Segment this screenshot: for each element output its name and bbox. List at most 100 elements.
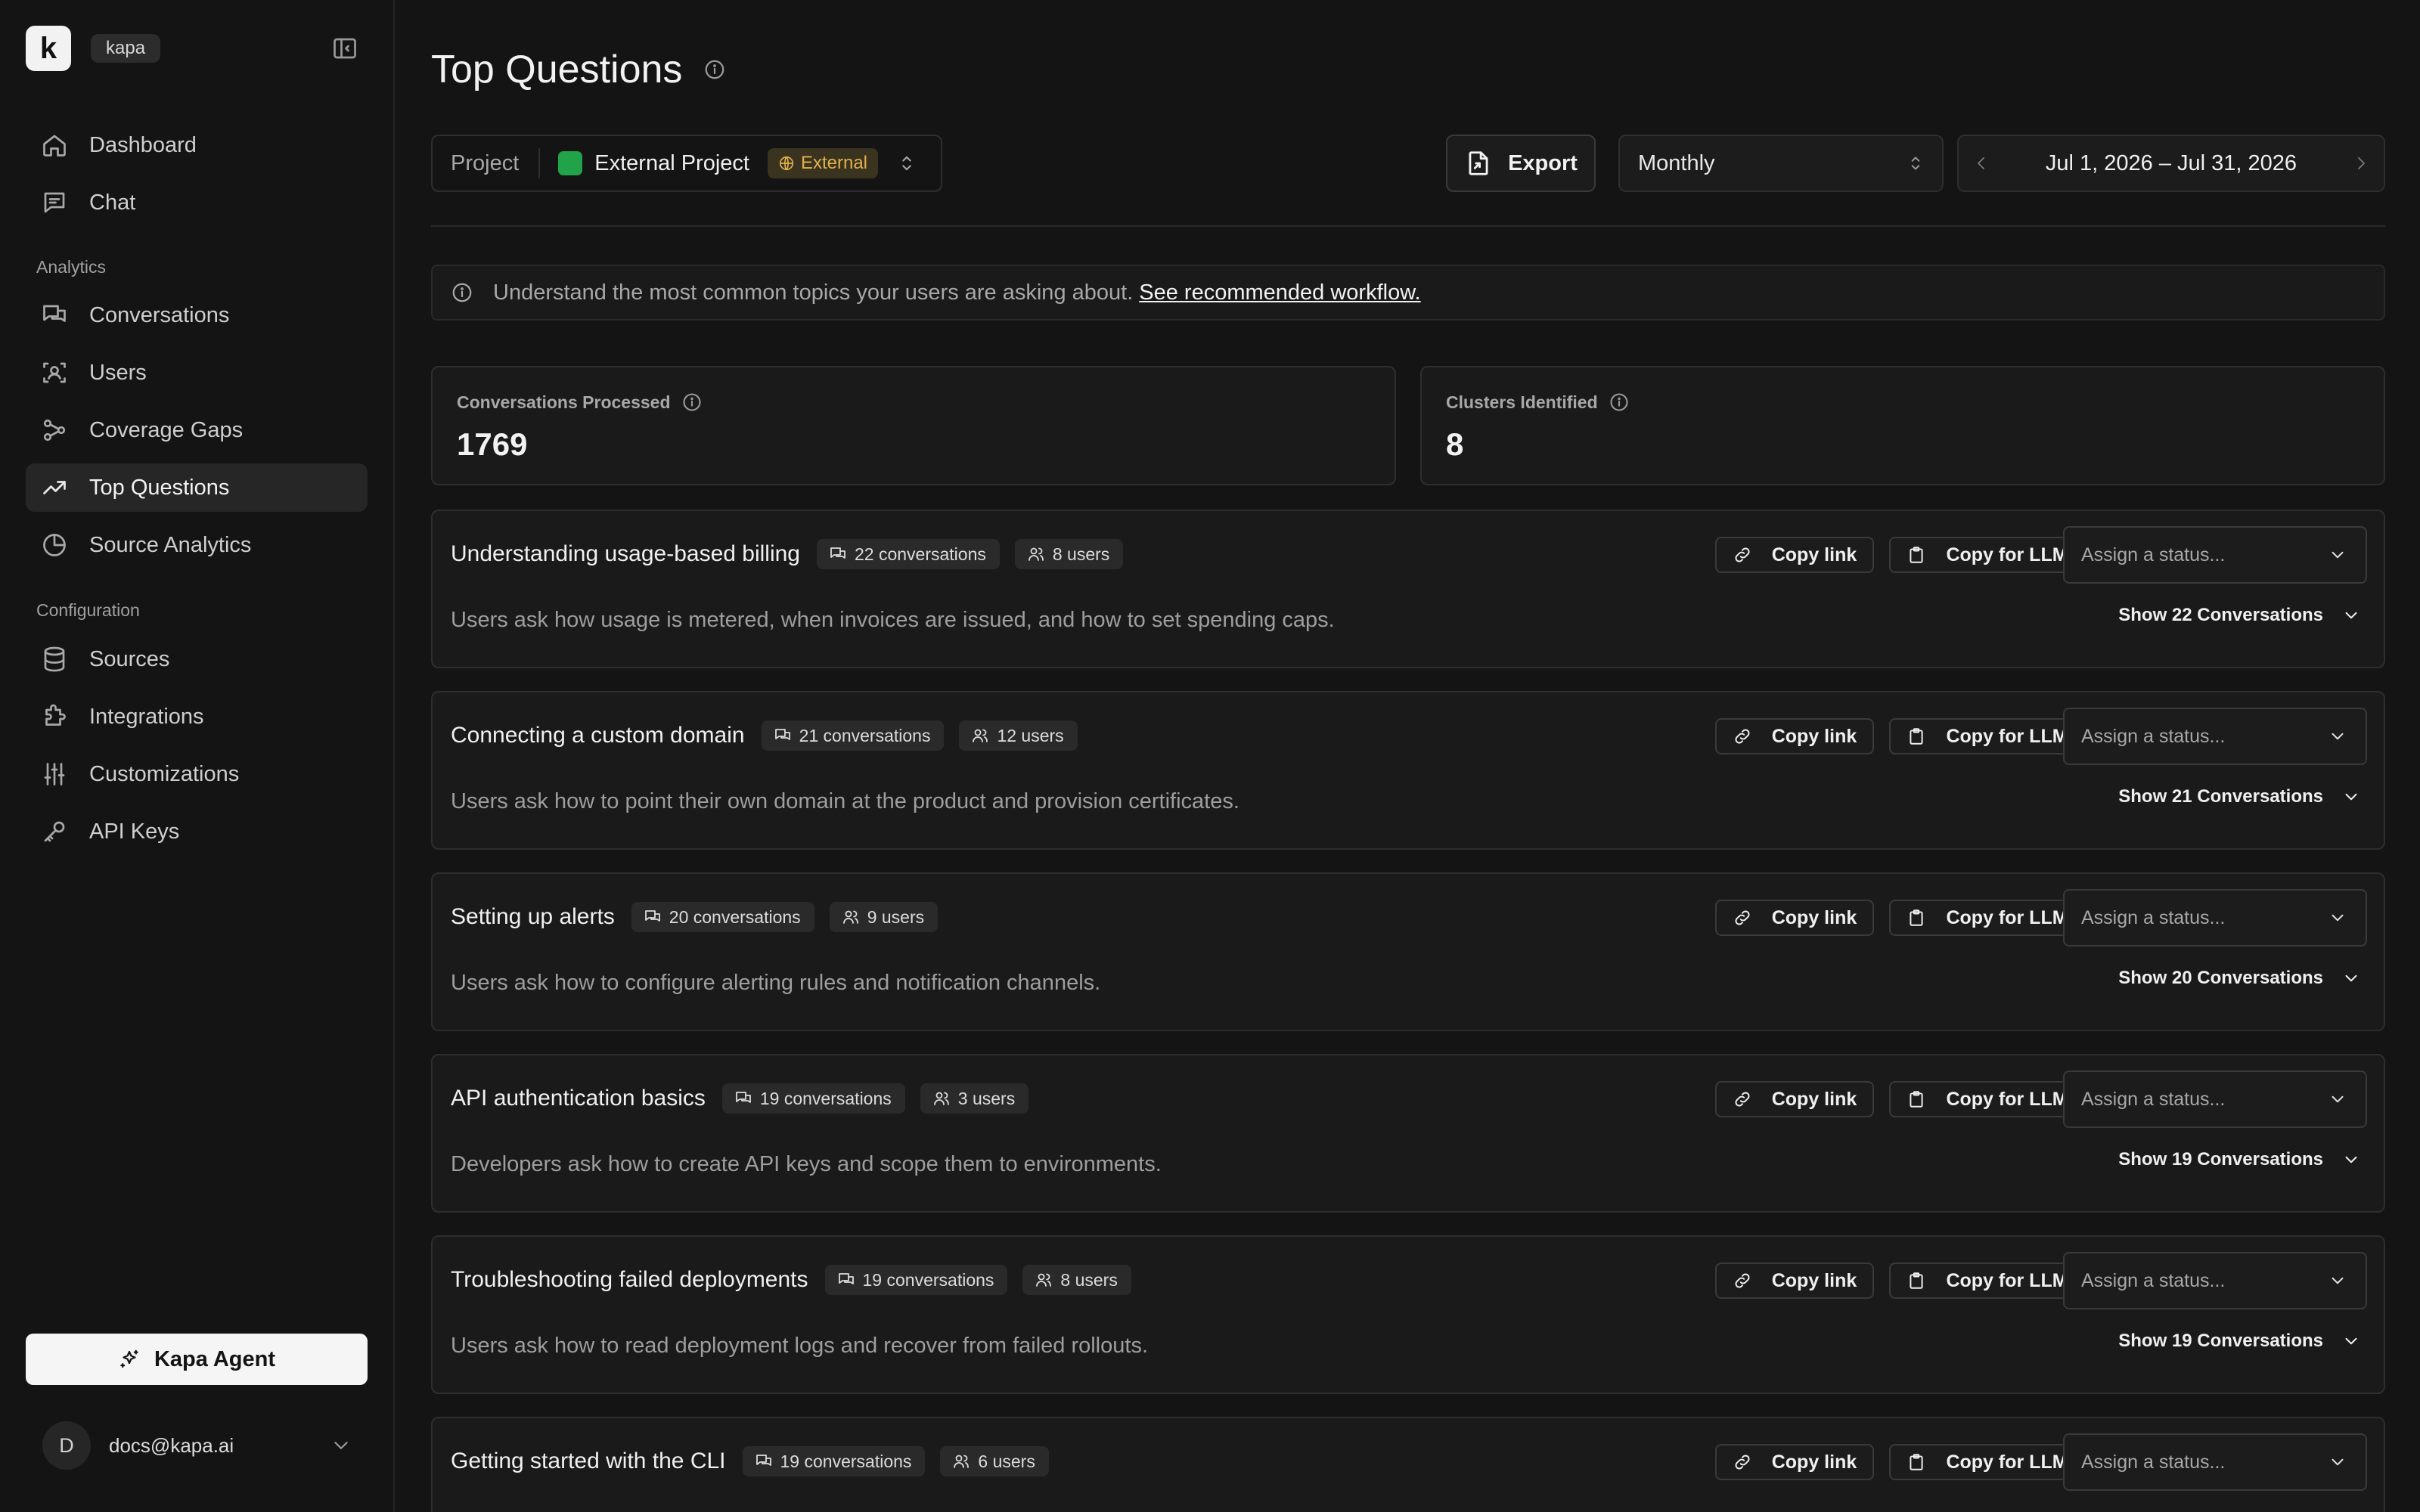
chevron-left-icon[interactable] [1972, 154, 1990, 172]
sidebar-item-dashboard[interactable]: Dashboard [26, 121, 368, 169]
conversation-count: 19 conversations [862, 1269, 994, 1290]
question-card: Understanding usage-based billing 22 con… [431, 510, 2385, 668]
chevron-up-down-icon [1906, 153, 1925, 173]
info-banner: Understand the most common topics your u… [431, 265, 2385, 321]
chevron-down-icon [2341, 1150, 2361, 1170]
avatar: D [42, 1421, 91, 1470]
show-conversations-toggle[interactable]: Show 19 Conversations [2118, 1149, 2361, 1170]
copy-link-button[interactable]: Copy link [1715, 1081, 1874, 1117]
stat-card-conversations-processed: Conversations Processed 1769 [431, 366, 1396, 485]
conversation-count-chip: 21 conversations [761, 720, 945, 751]
copy-link-button[interactable]: Copy link [1715, 1263, 1874, 1299]
sidebar-item-source-analytics[interactable]: Source Analytics [26, 521, 368, 569]
copy-link-button[interactable]: Copy link [1715, 900, 1874, 936]
show-conversations-label: Show 19 Conversations [2118, 1331, 2323, 1351]
status-placeholder: Assign a status... [2081, 1451, 2226, 1473]
org-switcher[interactable]: kapa [91, 34, 161, 63]
sidebar-item-conversations[interactable]: Conversations [26, 291, 368, 339]
project-picker[interactable]: Project External Project External [431, 135, 942, 192]
sidebar-item-top-questions[interactable]: Top Questions [26, 463, 368, 512]
status-placeholder: Assign a status... [2081, 1269, 2226, 1291]
project-visibility-badge: External [767, 148, 879, 178]
sidebar-item-api-keys[interactable]: API Keys [26, 807, 368, 856]
sidebar-section-configuration: Configuration [36, 600, 140, 620]
copy-link-label: Copy link [1771, 906, 1857, 928]
database-icon [41, 646, 68, 673]
user-count-chip: 8 users [1022, 1265, 1131, 1295]
copy-for-llm-label: Copy for LLM [1946, 1088, 2068, 1110]
question-header: Getting started with the CLI 19 conversa… [451, 1442, 1064, 1480]
period-select[interactable]: Monthly [1618, 135, 1944, 192]
users-icon [1027, 545, 1045, 563]
copy-link-button[interactable]: Copy link [1715, 718, 1874, 754]
chevron-down-icon [2328, 727, 2347, 746]
status-select[interactable]: Assign a status... [2063, 889, 2367, 947]
project-name: External Project [594, 150, 749, 175]
kapa-logo[interactable]: k [26, 26, 71, 71]
copy-for-llm-button[interactable]: Copy for LLM [1889, 1444, 2086, 1480]
show-conversations-toggle[interactable]: Show 22 Conversations [2118, 605, 2361, 626]
copy-link-button[interactable]: Copy link [1715, 537, 1874, 573]
copy-for-llm-button[interactable]: Copy for LLM [1889, 718, 2086, 754]
copy-for-llm-button[interactable]: Copy for LLM [1889, 537, 2086, 573]
status-select[interactable]: Assign a status... [2063, 708, 2367, 765]
sidebar-item-chat[interactable]: Chat [26, 178, 368, 227]
copy-for-llm-button[interactable]: Copy for LLM [1889, 1263, 2086, 1299]
link-icon [1733, 1271, 1752, 1290]
status-select[interactable]: Assign a status... [2063, 1252, 2367, 1309]
recommended-workflow-link[interactable]: See recommended workflow. [1139, 280, 1420, 305]
copy-for-llm-label: Copy for LLM [1946, 725, 2068, 747]
stat-value: 1769 [457, 426, 528, 462]
show-conversations-label: Show 21 Conversations [2118, 786, 2323, 807]
status-select[interactable]: Assign a status... [2063, 1070, 2367, 1128]
kapa-agent-button[interactable]: Kapa Agent [26, 1334, 368, 1385]
copy-for-llm-label: Copy for LLM [1946, 1451, 2068, 1473]
copy-for-llm-button[interactable]: Copy for LLM [1889, 1081, 2086, 1117]
clipboard-icon [1907, 545, 1926, 565]
chat-icon [41, 189, 68, 216]
sidebar-item-users[interactable]: Users [26, 349, 368, 397]
sidebar-item-label: Chat [89, 190, 136, 215]
link-icon [1733, 1452, 1752, 1472]
question-header: Connecting a custom domain 21 conversati… [451, 717, 1093, 754]
sidebar-item-integrations[interactable]: Integrations [26, 692, 368, 741]
info-icon[interactable] [703, 58, 726, 81]
sidebar-item-label: Sources [89, 646, 170, 671]
copy-link-button[interactable]: Copy link [1715, 1444, 1874, 1480]
show-conversations-toggle[interactable]: Show 19 Conversations [2118, 1331, 2361, 1352]
show-conversations-toggle[interactable]: Show 21 Conversations [2118, 786, 2361, 807]
project-badge-label: External [800, 153, 868, 173]
kapa-agent-label: Kapa Agent [154, 1346, 276, 1371]
export-button[interactable]: Export [1446, 135, 1596, 192]
date-range-picker[interactable]: Jul 1, 2026 – Jul 31, 2026 [1957, 135, 2385, 192]
account-email: docs@kapa.ai [109, 1433, 234, 1457]
users-icon [1035, 1271, 1053, 1289]
status-select[interactable]: Assign a status... [2063, 526, 2367, 584]
link-icon [1733, 727, 1752, 746]
sidebar-item-customizations[interactable]: Customizations [26, 750, 368, 798]
question-description: Users ask how to point their own domain … [451, 789, 1239, 813]
users-scan-icon [41, 359, 68, 386]
sidebar-item-label: Coverage Gaps [89, 417, 244, 442]
info-icon[interactable] [681, 392, 703, 413]
sidebar-section-analytics: Analytics [36, 257, 107, 277]
account-menu[interactable]: D docs@kapa.ai [42, 1421, 352, 1470]
status-placeholder: Assign a status... [2081, 906, 2226, 928]
copy-for-llm-button[interactable]: Copy for LLM [1889, 900, 2086, 936]
info-icon[interactable] [1609, 392, 1630, 413]
sidebar-item-coverage-gaps[interactable]: Coverage Gaps [26, 406, 368, 454]
sidebar-collapse-icon[interactable] [331, 35, 358, 62]
users-icon [952, 1452, 970, 1470]
chevron-down-icon [2328, 908, 2347, 928]
question-description: Users ask how to configure alerting rule… [451, 971, 1101, 995]
question-card: Connecting a custom domain 21 conversati… [431, 691, 2385, 850]
show-conversations-toggle[interactable]: Show 20 Conversations [2118, 968, 2361, 989]
user-count: 8 users [1052, 544, 1110, 564]
chevron-down-icon [2341, 606, 2361, 625]
status-select[interactable]: Assign a status... [2063, 1433, 2367, 1491]
sidebar-item-label: Users [89, 360, 147, 385]
sidebar-item-sources[interactable]: Sources [26, 635, 368, 683]
question-header: API authentication basics 19 conversatio… [451, 1080, 1044, 1117]
stat-card-clusters-identified: Clusters Identified 8 [1420, 366, 2385, 485]
chevron-right-icon[interactable] [2352, 154, 2370, 172]
